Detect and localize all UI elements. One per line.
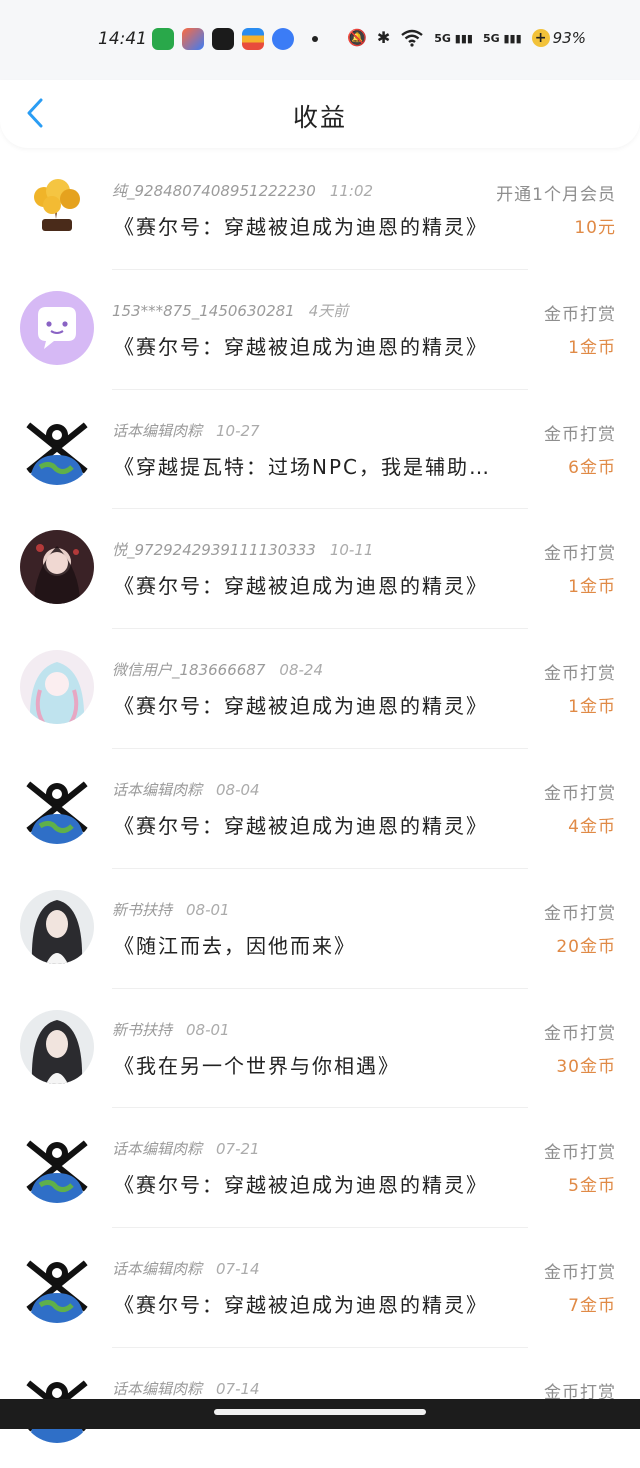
earning-amount: 20金币	[556, 936, 616, 957]
avatar	[20, 530, 94, 605]
record-date: 10-27	[216, 421, 260, 440]
username: 话本编辑肉粽 10-27	[112, 421, 260, 440]
black-app-icon	[212, 28, 234, 50]
earning-amount: 4金币	[568, 816, 616, 837]
username: 话本编辑肉粽 08-04	[112, 780, 260, 799]
book-title: 《赛尔号：穿越被迫成为迪恩的精灵》	[114, 1173, 488, 1198]
earning-type: 金币打赏	[544, 783, 616, 804]
orange-app-icon	[182, 28, 204, 50]
list-item[interactable]: 153***875_1450630281 4天前 《赛尔号：穿越被迫成为迪恩的精灵…	[0, 270, 640, 390]
battery-saver-icon: +	[531, 29, 550, 47]
oppo-app-icon	[152, 28, 174, 50]
record-date: 08-04	[216, 780, 260, 799]
earning-amount: 7金币	[568, 1296, 616, 1317]
avatar	[20, 410, 94, 485]
record-date: 07-21	[216, 1140, 260, 1159]
earnings-list: 纯_9284807408951222230 11:02 《赛尔号：穿越被迫成为迪恩…	[0, 150, 640, 1468]
avatar	[20, 889, 94, 964]
earning-type: 金币打赏	[544, 664, 616, 685]
avatar	[20, 1009, 94, 1084]
earning-type: 金币打赏	[544, 1143, 616, 1164]
record-date: 08-24	[279, 661, 323, 680]
record-date: 4天前	[308, 301, 349, 320]
notification-icons	[152, 28, 318, 50]
book-title: 《穿越提瓦特：过场NPC，我是辅助？》	[114, 454, 494, 479]
username: 话本编辑肉粽 07-14	[112, 1260, 260, 1279]
record-date: 07-14	[216, 1260, 260, 1279]
record-date: 11:02	[329, 182, 374, 200]
book-title: 《赛尔号：穿越被迫成为迪恩的精灵》	[114, 694, 488, 719]
earning-type: 金币打赏	[544, 424, 616, 445]
username: 话本编辑肉粽 07-21	[112, 1140, 260, 1159]
book-title: 《我在另一个世界与你相遇》	[114, 1053, 400, 1078]
avatar	[20, 1249, 94, 1324]
username: 153***875_1450630281 4天前	[112, 301, 349, 320]
username: 微信用户_183666687 08-24	[112, 661, 323, 680]
status-time: 14:41	[98, 29, 147, 49]
book-title: 《随江而去，因他而来》	[114, 933, 356, 958]
earning-type: 金币打赏	[544, 1023, 616, 1044]
page-title: 收益	[292, 103, 347, 132]
status-bar: 14:41 🔕 ✱ 5G ▮▮▮ 5G ▮▮▮ + 93%	[0, 0, 640, 80]
wallet-app-icon	[242, 28, 264, 50]
avatar	[20, 769, 94, 844]
list-item[interactable]: 微信用户_183666687 08-24 《赛尔号：穿越被迫成为迪恩的精灵》 金币…	[0, 629, 640, 749]
earning-amount: 1金币	[568, 577, 616, 598]
battery-level: 93%	[552, 29, 586, 47]
record-date: 08-01	[186, 900, 230, 919]
mute-bell-icon: 🔕	[346, 28, 367, 47]
blue-app-icon	[272, 28, 294, 50]
username: 话本编辑肉粽 07-14	[112, 1379, 260, 1398]
earning-amount: 1金币	[568, 697, 616, 718]
username: 纯_9284807408951222230 11:02	[112, 182, 374, 200]
record-date: 07-14	[216, 1379, 260, 1398]
avatar	[20, 171, 94, 245]
earning-amount: 1金币	[568, 337, 616, 358]
record-date: 10-11	[329, 541, 374, 560]
list-item[interactable]: 话本编辑肉粽 07-21 《赛尔号：穿越被迫成为迪恩的精灵》 金币打赏 5金币	[0, 1108, 640, 1229]
page-header: 收益	[0, 80, 640, 148]
book-title: 《赛尔号：穿越被迫成为迪恩的精灵》	[114, 1293, 488, 1318]
wifi-icon	[401, 29, 424, 47]
battery-indicator: + 93%	[531, 29, 586, 47]
list-item[interactable]: 话本编辑肉粽 08-04 《赛尔号：穿越被迫成为迪恩的精灵》 金币打赏 4金币	[0, 749, 640, 869]
bluetooth-icon: ✱	[376, 28, 391, 47]
more-notifications-dot	[312, 36, 318, 42]
avatar	[20, 1129, 94, 1204]
list-item[interactable]: 纯_9284807408951222230 11:02 《赛尔号：穿越被迫成为迪恩…	[0, 150, 640, 270]
list-item[interactable]: 话本编辑肉粽 07-14 《赛尔号：穿越被迫成为迪恩的精灵》 金币打赏 7金币	[0, 1228, 640, 1348]
earning-type: 金币打赏	[544, 304, 616, 325]
earning-amount: 30金币	[556, 1056, 616, 1077]
earning-type: 金币打赏	[544, 903, 616, 924]
book-title: 《赛尔号：穿越被迫成为迪恩的精灵》	[114, 574, 488, 599]
book-title: 《赛尔号：穿越被迫成为迪恩的精灵》	[114, 215, 488, 239]
list-item[interactable]: 新书扶持 08-01 《随江而去，因他而来》 金币打赏 20金币	[0, 869, 640, 989]
record-date: 08-01	[186, 1020, 230, 1039]
home-indicator[interactable]	[214, 1409, 426, 1415]
earning-amount: 5金币	[568, 1176, 616, 1197]
list-item[interactable]: 悦_9729242939111130333 10-11 《赛尔号：穿越被迫成为迪恩…	[0, 509, 640, 630]
list-item[interactable]: 话本编辑肉粽 10-27 《穿越提瓦特：过场NPC，我是辅助？》 金币打赏 6金币	[0, 390, 640, 510]
book-title: 《赛尔号：穿越被迫成为迪恩的精灵》	[114, 334, 488, 359]
earning-amount: 10元	[574, 218, 616, 238]
avatar	[20, 290, 94, 365]
earning-type: 开通1个月会员	[496, 185, 616, 205]
avatar	[20, 650, 94, 725]
system-icons: 🔕 ✱ 5G ▮▮▮ 5G ▮▮▮ + 93%	[347, 28, 586, 48]
list-item[interactable]: 新书扶持 08-01 《我在另一个世界与你相遇》 金币打赏 30金币	[0, 989, 640, 1109]
earning-type: 金币打赏	[544, 1263, 616, 1284]
book-title: 《赛尔号：穿越被迫成为迪恩的精灵》	[114, 813, 488, 838]
earning-amount: 6金币	[568, 457, 616, 478]
username: 悦_9729242939111130333 10-11	[112, 541, 374, 560]
signal-2-icon: 5G ▮▮▮	[482, 31, 522, 45]
username: 新书扶持 08-01	[112, 1020, 230, 1039]
signal-1-icon: 5G ▮▮▮	[434, 31, 473, 45]
earning-type: 金币打赏	[544, 544, 616, 565]
username: 新书扶持 08-01	[112, 900, 230, 919]
system-nav-bar	[0, 1399, 640, 1429]
